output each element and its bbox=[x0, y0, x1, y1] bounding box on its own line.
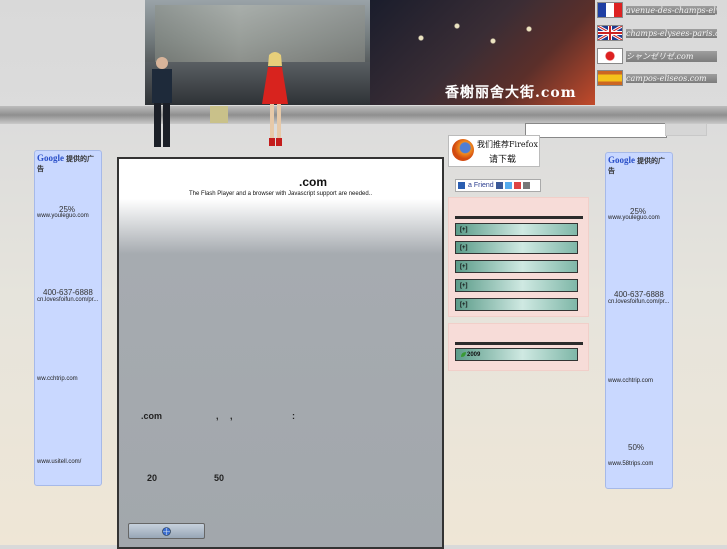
menu-item-2009[interactable]: 2009 bbox=[455, 348, 578, 361]
lang-link-fr[interactable]: avenue-des-champs-elysees.com bbox=[597, 2, 717, 18]
right-ad-phone: 400-637-6888 bbox=[614, 290, 664, 299]
twitter-icon bbox=[504, 182, 512, 189]
google-logo: Google bbox=[608, 155, 635, 165]
man-figure bbox=[148, 55, 176, 150]
right-ad-url-1[interactable]: www.youleguo.com bbox=[608, 215, 660, 221]
left-ad-url-3[interactable]: ww.cchtrip.com bbox=[37, 376, 78, 382]
menu-item-3[interactable]: [+] bbox=[455, 260, 578, 273]
woman-figure bbox=[258, 52, 292, 150]
main-text-domain: .com bbox=[141, 411, 163, 421]
menu-item-1[interactable]: [+] bbox=[455, 223, 578, 236]
archive-header-bar bbox=[455, 342, 583, 345]
firefox-promo[interactable]: 我们推荐Firefox 请下载 bbox=[448, 135, 540, 167]
main-button[interactable] bbox=[128, 523, 205, 539]
header-banner: 香榭丽舍大街.com bbox=[145, 0, 595, 105]
firefox-promo-line2: 请下载 bbox=[489, 155, 517, 165]
email-icon bbox=[513, 182, 521, 189]
france-flag-icon bbox=[597, 2, 623, 18]
left-ad-url-4[interactable]: www.usitell.com/ bbox=[37, 459, 81, 465]
share-friend-button[interactable]: a Friend bbox=[455, 179, 541, 192]
facebook-icon bbox=[495, 182, 503, 189]
firefox-promo-line1: 我们推荐Firefox bbox=[477, 140, 538, 149]
japan-flag-icon bbox=[597, 48, 623, 64]
menu-item-5[interactable]: [+] bbox=[455, 298, 578, 311]
firefox-icon bbox=[452, 139, 474, 161]
banner-title: 香榭丽舍大街.com bbox=[445, 85, 577, 101]
search-button[interactable] bbox=[665, 123, 707, 136]
main-content-panel: .com The Flash Player and a browser with… bbox=[117, 157, 444, 549]
lang-link-es-label: campos-eliseos.com bbox=[626, 73, 717, 83]
google-logo: Google bbox=[37, 153, 64, 163]
left-ad-url-2[interactable]: cn.lovesfoifun.com/pr... bbox=[37, 297, 98, 303]
share-icon bbox=[458, 182, 465, 189]
main-title: .com bbox=[298, 175, 327, 189]
left-ad-panel: Google 提供的广告 25% www.youleguo.com 400-63… bbox=[34, 150, 102, 486]
menu-item-2[interactable]: [+] bbox=[455, 241, 578, 254]
main-text-comma-2: , bbox=[230, 411, 233, 421]
uk-flag-icon bbox=[597, 24, 623, 42]
lang-link-en[interactable]: champs-elysees-paris.org bbox=[597, 24, 717, 42]
right-archive-box: 2009 bbox=[448, 323, 589, 371]
right-menu-box: [+] [+] [+] [+] [+] bbox=[448, 197, 589, 317]
menu-item-2009-label: 2009 bbox=[467, 351, 481, 358]
menu-item-4[interactable]: [+] bbox=[455, 279, 578, 292]
left-ad-header: Google 提供的广告 bbox=[35, 151, 101, 174]
lang-link-es[interactable]: campos-eliseos.com bbox=[597, 70, 717, 86]
more-icon bbox=[522, 182, 530, 189]
lang-link-fr-label: avenue-des-champs-elysees.com bbox=[626, 5, 717, 15]
banner-lights bbox=[385, 8, 565, 68]
header-band bbox=[0, 106, 727, 124]
share-label: a Friend bbox=[468, 182, 494, 189]
left-ad-phone: 400-637-6888 bbox=[43, 288, 93, 297]
main-text-comma-1: , bbox=[216, 411, 219, 421]
leaf-icon bbox=[461, 352, 466, 357]
right-ad-header: Google 提供的广告 bbox=[606, 153, 672, 176]
main-number-2: 50 bbox=[214, 473, 225, 483]
lang-link-en-label: champs-elysees-paris.org bbox=[626, 28, 717, 38]
right-ad-panel: Google 提供的广告 25% www.youleguo.com 400-63… bbox=[605, 152, 673, 489]
lang-link-jp-label: シャンゼリゼ.com bbox=[626, 50, 717, 62]
globe-icon bbox=[162, 526, 171, 536]
lang-link-jp[interactable]: シャンゼリゼ.com bbox=[597, 48, 717, 64]
left-ad-url-1[interactable]: www.youleguo.com bbox=[37, 213, 89, 219]
right-ad-percent-2: 50% bbox=[628, 443, 645, 452]
small-image-tile bbox=[210, 106, 228, 123]
right-ad-url-2[interactable]: cn.lovesfoifun.com/pr... bbox=[608, 299, 669, 305]
right-ad-url-4[interactable]: www.58trips.com bbox=[608, 461, 653, 467]
spain-flag-icon bbox=[597, 70, 623, 86]
right-ad-url-3[interactable]: www.cchtrip.com bbox=[608, 378, 653, 384]
search-input[interactable] bbox=[525, 123, 667, 138]
flash-required-message: The Flash Player and a browser with Java… bbox=[188, 191, 373, 197]
main-text-colon: : bbox=[292, 411, 295, 421]
right-menu-header-bar bbox=[455, 216, 583, 219]
main-number-1: 20 bbox=[147, 473, 158, 483]
